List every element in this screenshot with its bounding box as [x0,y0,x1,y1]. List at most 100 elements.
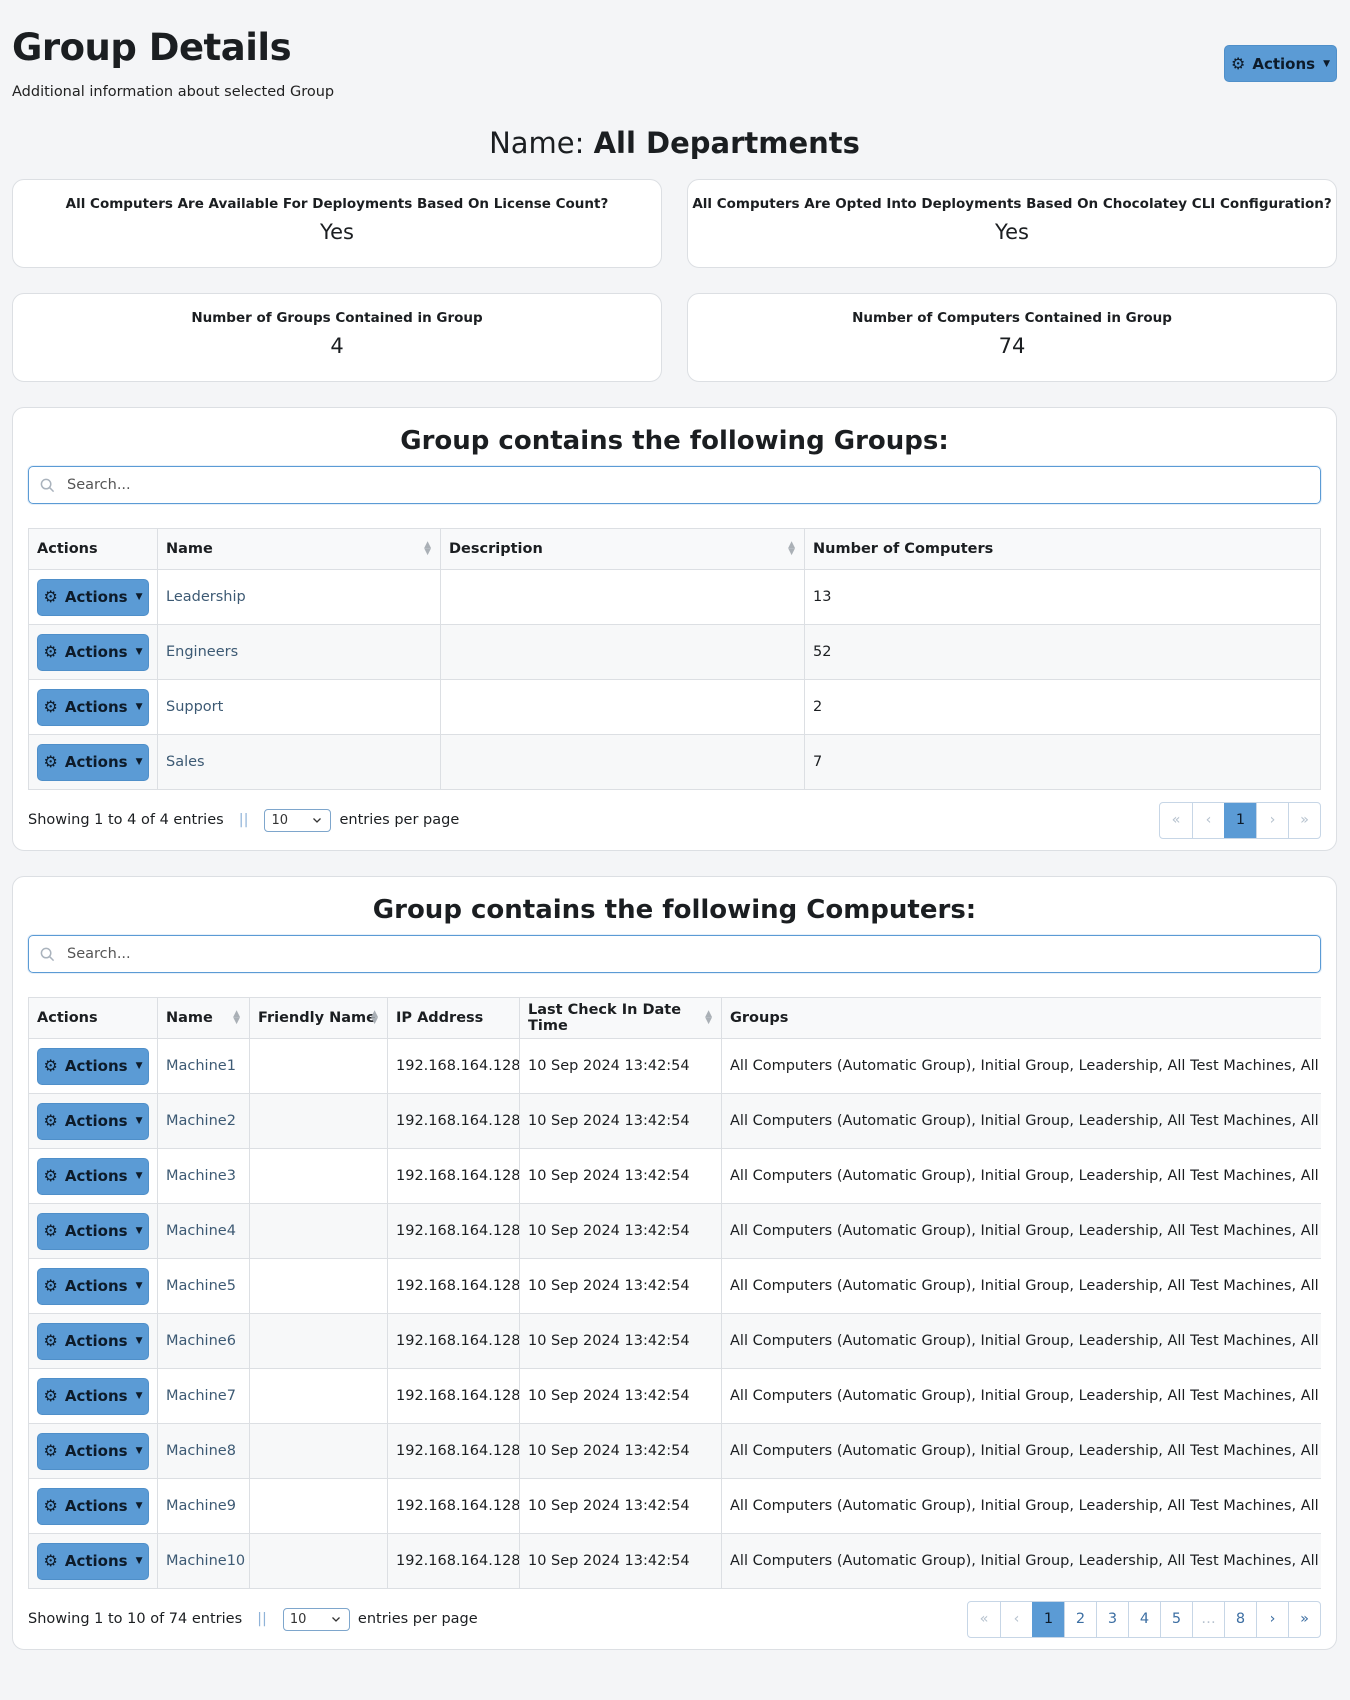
actions-label: Actions [1252,54,1316,73]
pagination-item[interactable]: « [968,1602,1000,1637]
gear-icon: ⚙ [43,752,58,771]
cell-name: Machine6 [157,1313,250,1369]
row-actions-button[interactable]: ⚙ Actions ▼ [37,1212,149,1250]
row-actions-button[interactable]: ⚙ Actions ▼ [37,1487,149,1525]
computer-link[interactable]: Machine2 [166,1113,236,1129]
pagination-item[interactable]: 2 [1064,1601,1096,1637]
pagination-item[interactable]: › [1256,802,1288,838]
actions-label: Actions [64,1552,128,1570]
page-title: Group Details [12,26,292,69]
pagination-item[interactable]: 1 [1032,1601,1064,1637]
group-link[interactable]: Engineers [166,644,238,660]
cell-name: Machine7 [157,1368,250,1424]
actions-label: Actions [64,1222,128,1240]
actions-label: Actions [64,1112,128,1130]
pagination-item[interactable]: « [1160,803,1192,838]
gear-icon: ⚙ [43,1441,58,1460]
actions-label: Actions [64,1057,128,1075]
pagination-item[interactable]: 8 [1224,1601,1256,1637]
cell-groups: All Computers (Automatic Group), Initial… [721,1533,1321,1589]
computer-link[interactable]: Machine10 [166,1553,245,1569]
row-actions-button[interactable]: ⚙ Actions ▼ [37,1432,149,1470]
gear-icon: ⚙ [43,1221,58,1240]
caret-down-icon: ▼ [135,702,143,712]
cell-friendly-name [249,1258,388,1314]
per-page-select[interactable]: 10 [264,808,332,832]
computer-link[interactable]: Machine8 [166,1443,236,1459]
computers-panel-title: Group contains the following Computers: [372,895,977,925]
computers-table-scroll[interactable]: Actions Name ▲ ▼ Friendly Name ▲ ▼ IP Addres… [28,997,1321,1589]
cell-description [440,569,805,625]
cell-actions: ⚙ Actions ▼ [28,569,158,625]
cell-actions: ⚙ Actions ▼ [28,734,158,790]
computer-link[interactable]: Machine1 [166,1058,236,1074]
row-actions-button[interactable]: ⚙ Actions ▼ [37,1322,149,1360]
cell-last-check-in: 10 Sep 2024 13:42:54 [519,1093,722,1149]
computers-search-input[interactable] [65,945,1320,963]
groups-table-footer: Showing 1 to 4 of 4 entries || 10 entrie… [28,790,1321,850]
gear-icon: ⚙ [43,1496,58,1515]
cell-name: Machine4 [157,1203,250,1259]
cell-last-check-in: 10 Sep 2024 13:42:54 [519,1423,722,1479]
pagination-item[interactable]: 3 [1096,1601,1128,1637]
row-actions-button[interactable]: ⚙ Actions ▼ [37,1102,149,1140]
cell-name: Sales [157,734,441,790]
row-actions-button[interactable]: ⚙ Actions ▼ [37,1542,149,1580]
computer-link[interactable]: Machine3 [166,1168,236,1184]
pagination-item[interactable]: 1 [1224,802,1256,838]
group-link[interactable]: Leadership [166,589,246,605]
cell-name: Machine5 [157,1258,250,1314]
group-link[interactable]: Support [166,699,223,715]
cell-name: Machine3 [157,1148,250,1204]
table-row: ⚙ Actions ▼ Support 2 [28,679,1321,735]
groups-search[interactable] [28,466,1321,504]
cell-friendly-name [249,1203,388,1259]
cell-actions: ⚙ Actions ▼ [28,679,158,735]
computer-link[interactable]: Machine4 [166,1223,236,1239]
computer-link[interactable]: Machine6 [166,1333,236,1349]
cell-friendly-name [249,1533,388,1589]
groups-table: Actions Name ▲ ▼ Description ▲ ▼ Number of C… [28,528,1321,790]
row-actions-button[interactable]: ⚙ Actions ▼ [37,688,149,726]
computers-search[interactable] [28,935,1321,973]
pagination-item[interactable]: » [1288,1601,1320,1637]
column-header-label: Description [449,541,543,557]
group-link[interactable]: Sales [166,754,205,770]
pagination-item[interactable]: ‹ [1192,802,1224,838]
row-actions-button[interactable]: ⚙ Actions ▼ [37,743,149,781]
row-actions-button[interactable]: ⚙ Actions ▼ [37,1047,149,1085]
column-header-name[interactable]: Name ▲ ▼ [157,528,441,570]
row-actions-button[interactable]: ⚙ Actions ▼ [37,1267,149,1305]
caret-down-icon: ▼ [135,647,143,657]
row-actions-button[interactable]: ⚙ Actions ▼ [37,633,149,671]
column-header-ip-address: IP Address [387,997,520,1039]
pagination-item[interactable]: › [1256,1601,1288,1637]
groups-search-input[interactable] [65,476,1320,494]
row-actions-button[interactable]: ⚙ Actions ▼ [37,1377,149,1415]
table-row: ⚙ Actions ▼ Machine8 192.168.164.128 10 Sep 2… [28,1423,1321,1479]
cell-name: Support [157,679,441,735]
pagination-item[interactable]: 5 [1160,1601,1192,1637]
row-actions-button[interactable]: ⚙ Actions ▼ [37,578,149,616]
column-header-label: Last Check In Date Time [528,1002,682,1034]
row-actions-button[interactable]: ⚙ Actions ▼ [37,1157,149,1195]
group-actions-button[interactable]: ⚙ Actions ▼ [1224,45,1337,82]
sort-icon: ▲ ▼ [424,540,431,557]
cell-number-of-computers: 52 [804,624,1321,680]
cell-friendly-name [249,1038,388,1094]
pagination: «‹ 1 ›» [1159,801,1321,839]
per-page-select[interactable]: 10 [282,1607,350,1631]
column-header-name[interactable]: Name ▲ ▼ [157,997,250,1039]
gear-icon: ⚙ [43,1386,58,1405]
computer-link[interactable]: Machine5 [166,1278,236,1294]
computer-link[interactable]: Machine9 [166,1498,236,1514]
pagination-item[interactable]: ‹ [1000,1601,1032,1637]
column-header-last-check-in[interactable]: Last Check In Date Time ▲ ▼ [519,997,722,1039]
pagination-item[interactable]: » [1288,802,1320,838]
cell-actions: ⚙ Actions ▼ [28,1368,158,1424]
column-header-description[interactable]: Description ▲ ▼ [440,528,805,570]
table-row: ⚙ Actions ▼ Machine10 192.168.164.128 10 Sep … [28,1533,1321,1589]
pagination-item[interactable]: 4 [1128,1601,1160,1637]
computer-link[interactable]: Machine7 [166,1388,236,1404]
column-header-friendly-name[interactable]: Friendly Name ▲ ▼ [249,997,388,1039]
